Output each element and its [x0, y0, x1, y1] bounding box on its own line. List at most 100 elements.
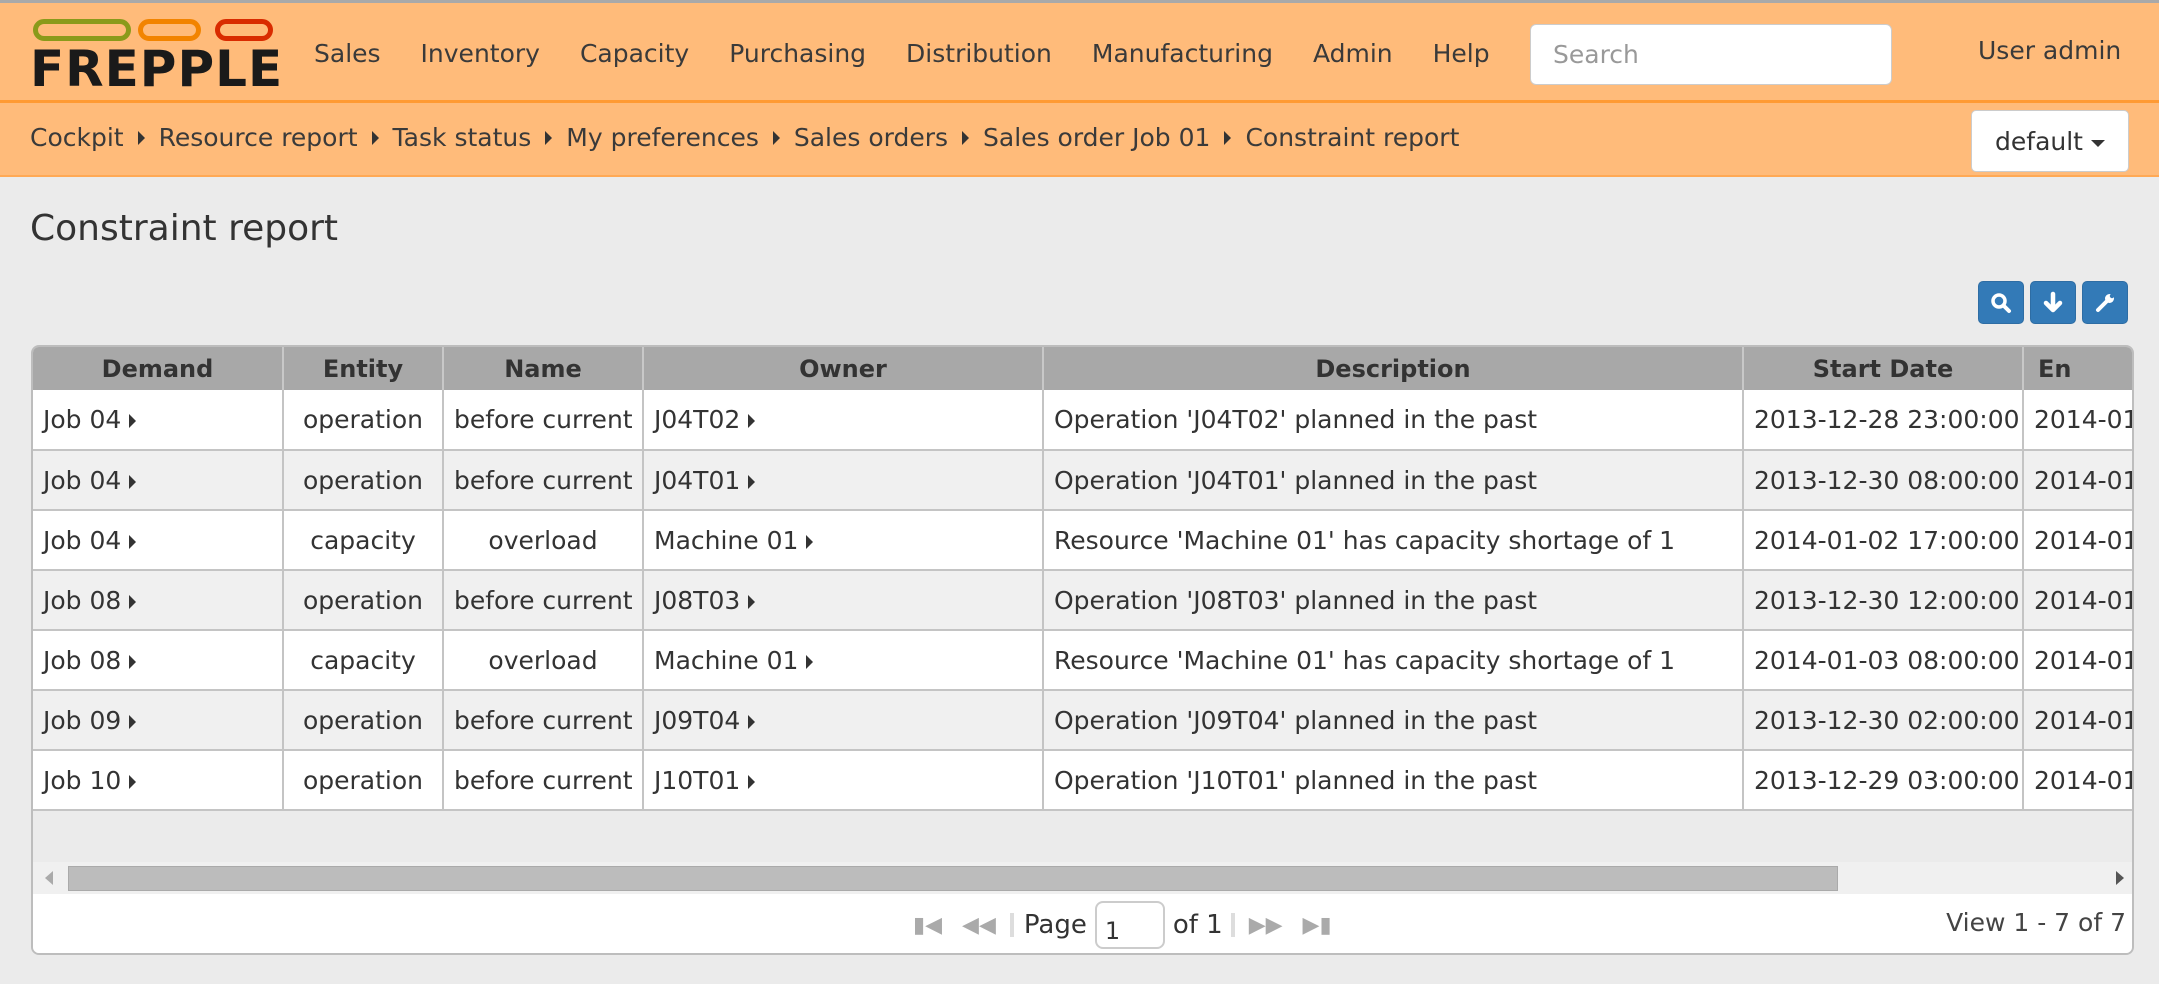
- menu-capacity[interactable]: Capacity: [580, 39, 689, 68]
- owner-cell-text[interactable]: J09T04: [654, 706, 740, 735]
- caret-right-icon[interactable]: [806, 654, 814, 669]
- end-date-cell: 2014-01: [2023, 750, 2132, 811]
- breadcrumb-sales-order-job-01[interactable]: Sales order Job 01: [983, 123, 1210, 152]
- logo-text: FREPPLE: [30, 40, 284, 98]
- breadcrumb-task-status[interactable]: Task status: [393, 123, 532, 152]
- end-date-cell-text: 2014-01: [2034, 405, 2134, 434]
- breadcrumb-constraint-report[interactable]: Constraint report: [1245, 123, 1459, 152]
- column-header-description[interactable]: Description: [1043, 347, 1744, 390]
- menu-purchasing[interactable]: Purchasing: [729, 39, 866, 68]
- search-button[interactable]: [1978, 281, 2024, 324]
- table-row[interactable]: Job 04 capacity overload Machine 01 Resource…: [33, 510, 2132, 571]
- caret-right-icon[interactable]: [129, 474, 137, 489]
- description-cell: Operation 'J04T02' planned in the past: [1043, 390, 1744, 451]
- column-header-start-date[interactable]: Start Date: [1743, 347, 2024, 390]
- demand-cell-text[interactable]: Job 04: [43, 405, 121, 434]
- owner-cell-text[interactable]: J10T01: [654, 766, 740, 795]
- owner-cell: J04T01: [643, 450, 1044, 511]
- pager-separator: [1230, 913, 1235, 937]
- caret-right-icon[interactable]: [748, 474, 756, 489]
- horizontal-scrollbar[interactable]: [33, 862, 2132, 894]
- owner-cell-text[interactable]: J04T02: [654, 405, 740, 434]
- table-row[interactable]: Job 04 operation before current J04T01 Opera…: [33, 450, 2132, 511]
- menu-manufacturing[interactable]: Manufacturing: [1092, 39, 1273, 68]
- breadcrumb-resource-report[interactable]: Resource report: [159, 123, 358, 152]
- grid-toolbar: [1978, 281, 2128, 324]
- description-cell-text: Operation 'J04T02' planned in the past: [1054, 405, 1538, 434]
- caret-right-icon[interactable]: [748, 774, 756, 789]
- caret-right-icon[interactable]: [748, 714, 756, 729]
- scroll-right-icon[interactable]: [2116, 871, 2124, 885]
- column-header-end-date[interactable]: En: [2023, 347, 2132, 390]
- page-number-input[interactable]: [1094, 901, 1165, 949]
- scenario-dropdown[interactable]: default: [1971, 110, 2129, 172]
- demand-cell-text[interactable]: Job 04: [43, 466, 121, 495]
- demand-cell-text[interactable]: Job 10: [43, 766, 121, 795]
- breadcrumb-my-preferences[interactable]: My preferences: [566, 123, 759, 152]
- entity-cell-text: operation: [302, 705, 424, 735]
- column-header-entity[interactable]: Entity: [283, 347, 444, 390]
- demand-cell: Job 10: [33, 750, 284, 811]
- name-cell-text: before current: [454, 465, 633, 495]
- breadcrumb-cockpit[interactable]: Cockpit: [30, 123, 124, 152]
- caret-right-icon[interactable]: [748, 594, 756, 609]
- caret-right-icon[interactable]: [129, 714, 137, 729]
- table-row[interactable]: Job 10 operation before current J10T01 Opera…: [33, 750, 2132, 811]
- table-row[interactable]: Job 08 operation before current J08T03 Opera…: [33, 570, 2132, 631]
- caret-right-icon[interactable]: [129, 414, 137, 428]
- scroll-left-icon[interactable]: [45, 871, 53, 885]
- menu-distribution[interactable]: Distribution: [906, 39, 1052, 68]
- description-cell: Resource 'Machine 01' has capacity short…: [1043, 630, 1744, 691]
- demand-cell: Job 04: [33, 390, 284, 451]
- description-cell: Operation 'J09T04' planned in the past: [1043, 690, 1744, 751]
- start-date-cell-text: 2014-01-02 17:00:00: [1754, 525, 2020, 555]
- menu-help[interactable]: Help: [1433, 39, 1490, 68]
- breadcrumb-sales-orders[interactable]: Sales orders: [794, 123, 948, 152]
- page-count-label: of 1: [1172, 910, 1223, 940]
- page-title: Constraint report: [30, 208, 339, 249]
- demand-cell: Job 08: [33, 570, 284, 631]
- column-header-demand[interactable]: Demand: [33, 347, 284, 390]
- breadcrumb-separator-icon: [545, 130, 553, 145]
- caret-right-icon[interactable]: [748, 414, 756, 428]
- demand-cell-text[interactable]: Job 08: [43, 586, 121, 615]
- download-button[interactable]: [2030, 281, 2076, 324]
- configure-button[interactable]: [2082, 281, 2128, 324]
- last-page-icon[interactable]: ▶▮: [1303, 913, 1332, 938]
- menu-admin[interactable]: Admin: [1313, 39, 1393, 68]
- end-date-cell-text: 2014-01: [2034, 705, 2134, 735]
- user-menu[interactable]: User admin: [1978, 36, 2121, 65]
- first-page-icon[interactable]: ▮◀: [913, 913, 942, 938]
- menu-sales[interactable]: Sales: [314, 39, 381, 68]
- column-header-owner[interactable]: Owner: [643, 347, 1044, 390]
- menu-inventory[interactable]: Inventory: [421, 39, 540, 68]
- end-date-cell: 2014-01: [2023, 690, 2134, 751]
- caret-right-icon[interactable]: [129, 594, 137, 609]
- demand-cell: Job 08: [33, 630, 284, 691]
- scrollbar-thumb[interactable]: [68, 866, 1838, 891]
- owner-cell-text[interactable]: Machine 01: [654, 646, 798, 675]
- entity-cell-text: capacity: [310, 645, 416, 675]
- prev-page-icon[interactable]: ◀◀: [962, 913, 996, 938]
- demand-cell-text[interactable]: Job 04: [43, 526, 121, 555]
- caret-right-icon[interactable]: [806, 534, 814, 549]
- name-cell-text: before current: [454, 705, 633, 735]
- demand-cell-text[interactable]: Job 08: [43, 646, 121, 675]
- description-cell-text: Operation 'J04T01' planned in the past: [1054, 465, 1538, 495]
- owner-cell-text[interactable]: J04T01: [654, 466, 740, 495]
- owner-cell-text[interactable]: Machine 01: [654, 526, 798, 555]
- demand-cell-text[interactable]: Job 09: [43, 706, 121, 735]
- table-row[interactable]: Job 04 operation before current J04T02 Opera…: [33, 390, 2134, 451]
- caret-right-icon[interactable]: [129, 534, 137, 549]
- table-row[interactable]: Job 09 operation before current J09T04 Opera…: [33, 690, 2134, 751]
- name-cell: overload: [443, 630, 644, 691]
- table-row[interactable]: Job 08 capacity overload Machine 01 Resource…: [33, 630, 2132, 691]
- search-input[interactable]: [1530, 24, 1892, 85]
- caret-right-icon[interactable]: [129, 654, 137, 669]
- constraint-table: Demand Entity Name Owner Description Sta…: [33, 347, 2134, 811]
- next-page-icon[interactable]: ▶▶: [1249, 913, 1283, 938]
- owner-cell-text[interactable]: J08T03: [654, 586, 740, 615]
- frepple-logo[interactable]: FREPPLE: [30, 15, 284, 98]
- column-header-name[interactable]: Name: [443, 347, 644, 390]
- caret-right-icon[interactable]: [129, 774, 137, 789]
